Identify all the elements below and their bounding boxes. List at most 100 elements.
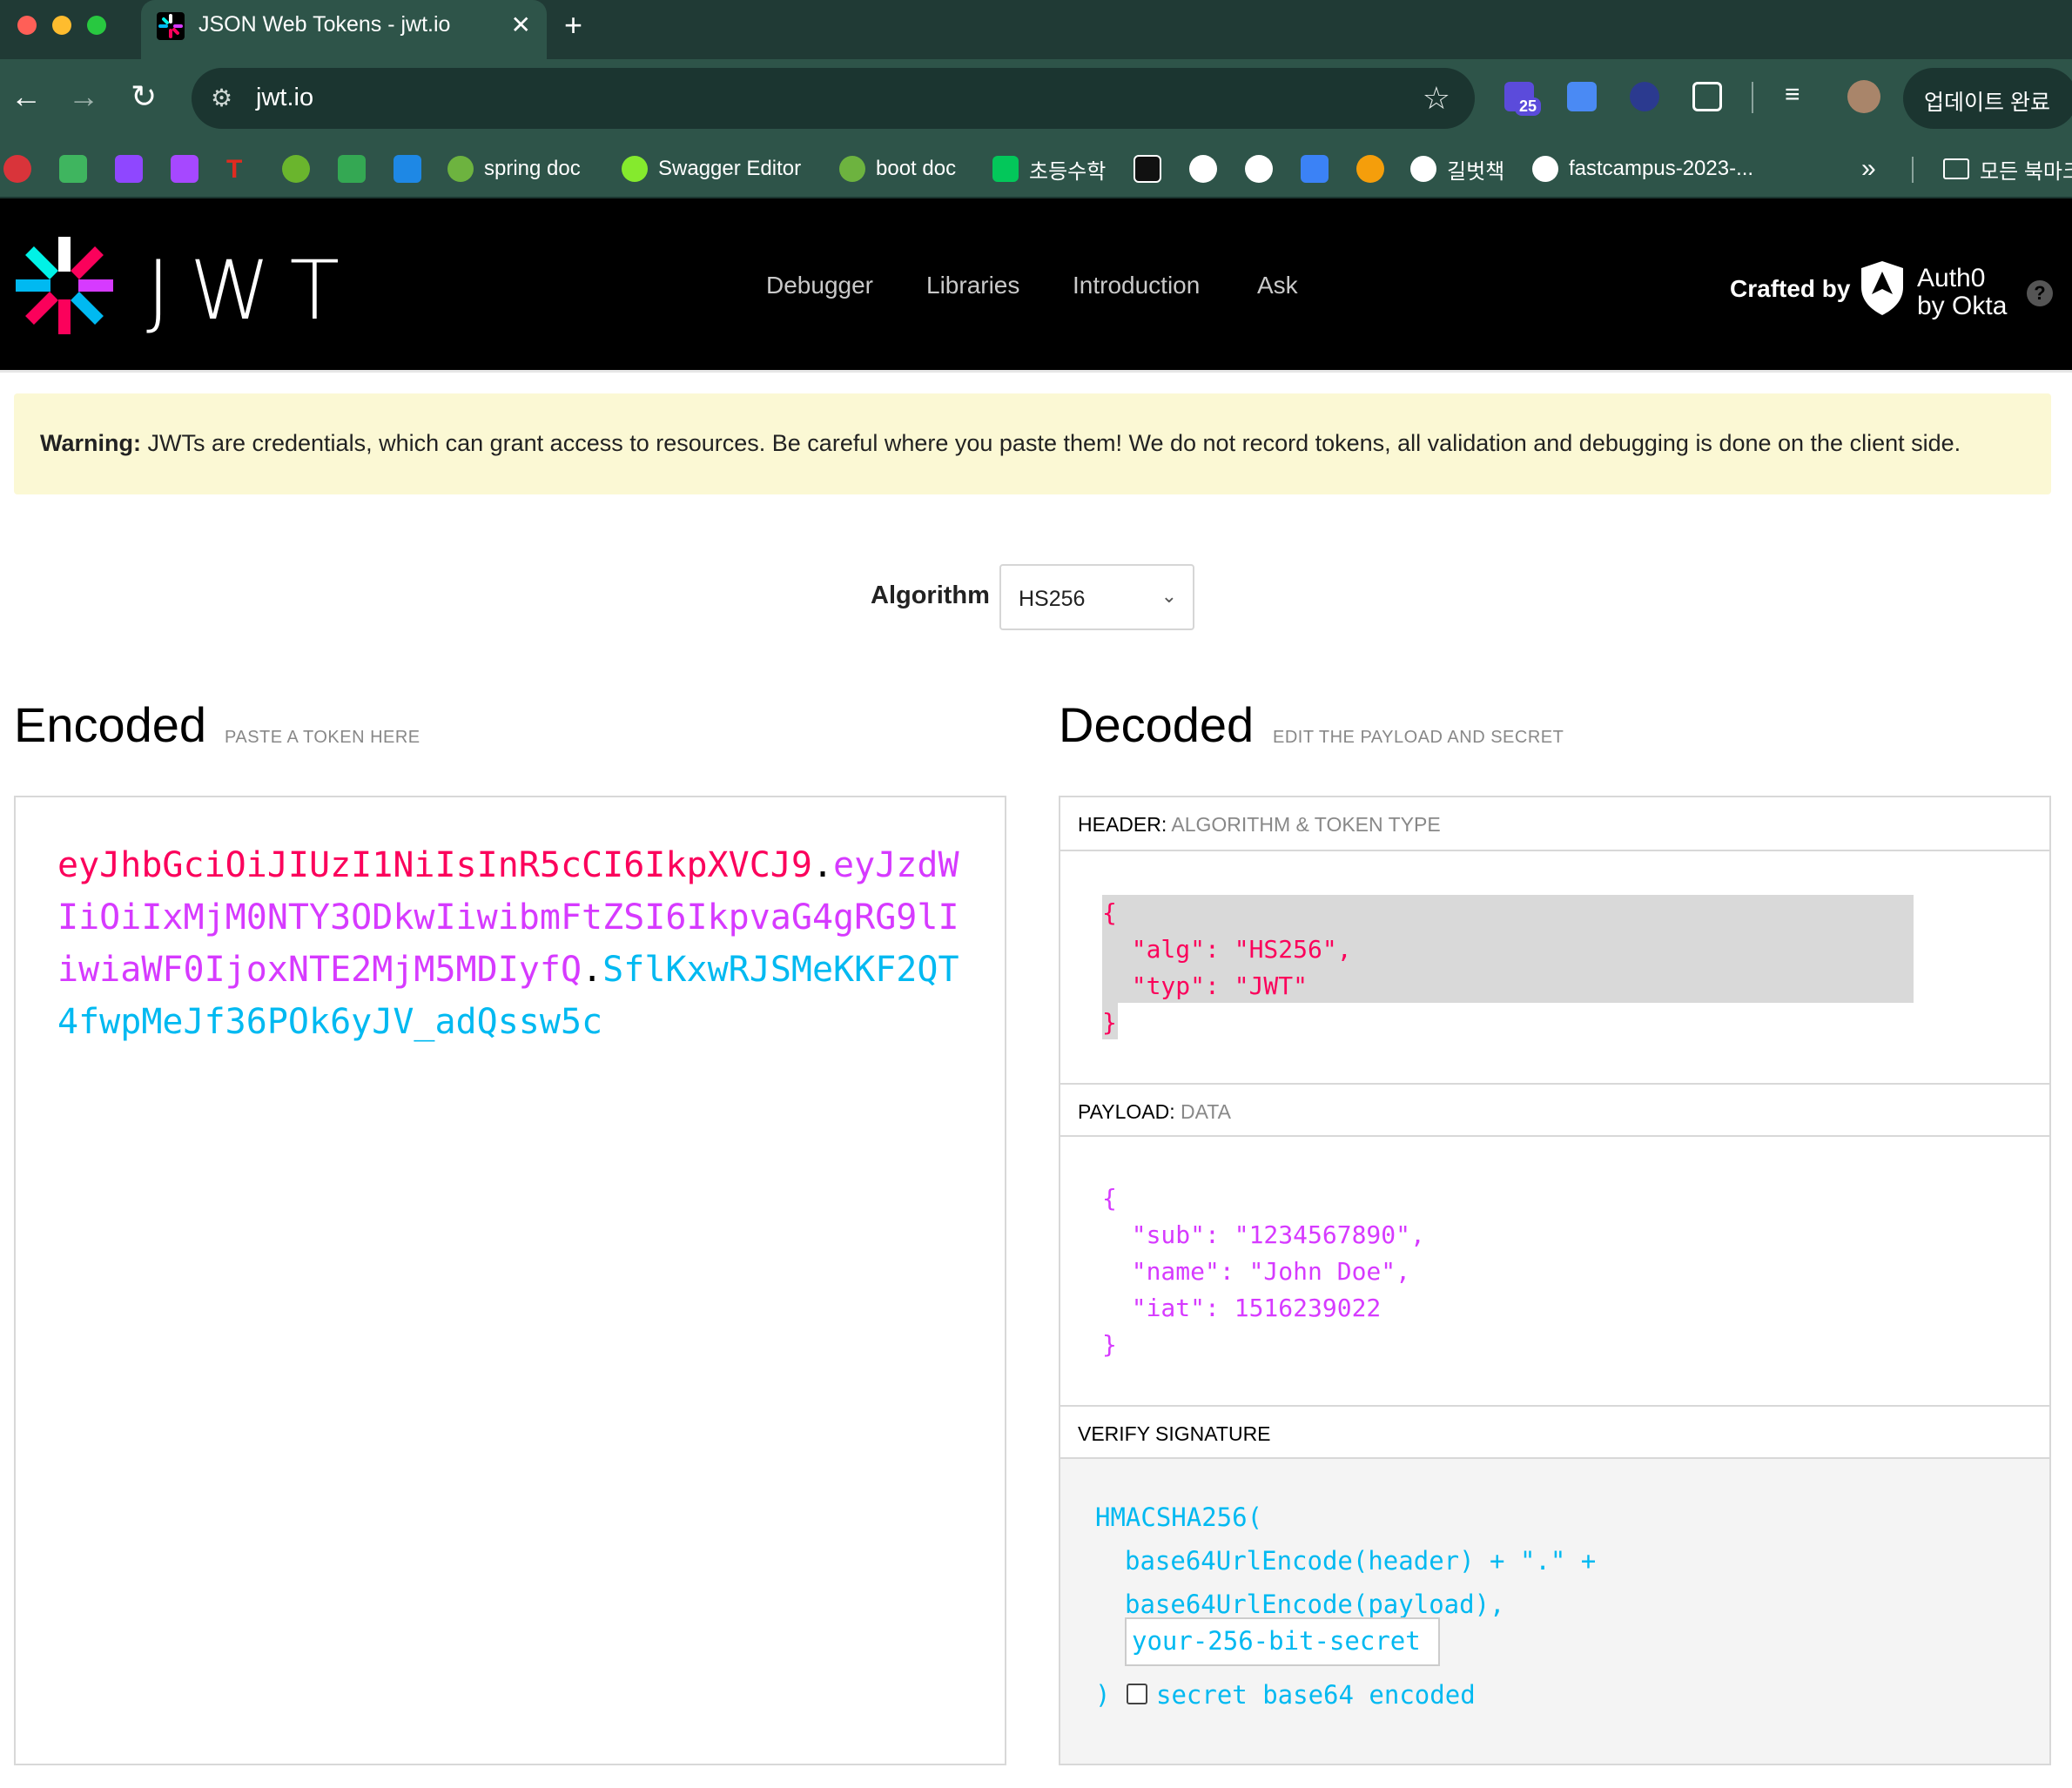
payload-json-editor[interactable]: { "sub": "1234567890", "name": "John Doe… [1102, 1180, 1425, 1363]
bookmark-label: 모든 북마크 [1980, 159, 2072, 184]
tesla-bookmark-icon[interactable]: T [226, 155, 254, 184]
chevron-down-icon: ⌄ [1160, 585, 1177, 607]
nav-ask[interactable]: Ask [1257, 272, 1298, 299]
jwt-logo-icon[interactable] [12, 233, 117, 338]
bookmark-label: Swagger Editor [658, 157, 802, 180]
bookmark-icon-8[interactable] [394, 155, 421, 183]
reload-icon[interactable]: ↻ [131, 78, 157, 115]
bookmark-icon-2[interactable] [59, 155, 87, 183]
blog-icon [992, 156, 1019, 182]
help-icon[interactable]: ? [2027, 280, 2053, 306]
jwt-favicon-icon [157, 12, 185, 40]
new-tab-icon[interactable]: + [564, 7, 582, 44]
bookmark-swagger-editor[interactable]: Swagger Editor [622, 151, 801, 186]
decoded-panel: HEADER: ALGORITHM & TOKEN TYPE { "alg": … [1059, 796, 2051, 1765]
verify-label: VERIFY SIGNATURE [1078, 1422, 1271, 1445]
bookmark-icon-6[interactable] [282, 155, 310, 183]
bookmark-star-icon[interactable]: ☆ [1423, 80, 1450, 117]
token-text[interactable]: eyJhbGciOiJIUzI1NiIsInR5cCI6IkpXVCJ9.eyJ… [57, 839, 963, 1048]
token-header-part: eyJhbGciOiJIUzI1NiIsInR5cCI6IkpXVCJ9 [57, 845, 812, 885]
nav-libraries[interactable]: Libraries [926, 272, 1019, 299]
bookmarks-divider [1912, 157, 1914, 183]
globe-bookmark-icon[interactable] [1245, 155, 1273, 183]
payload-label: PAYLOAD: [1078, 1100, 1175, 1123]
base64-checkbox[interactable] [1127, 1684, 1147, 1704]
crafted-by-label: Crafted by [1730, 275, 1851, 302]
payload-encode-line: base64UrlEncode(payload), [1125, 1590, 1505, 1619]
bookmark-fastcampus[interactable]: fastcampus-2023-... [1532, 151, 1753, 186]
bookmark-icon-l[interactable] [1134, 155, 1161, 183]
bookmark-spring-doc[interactable]: spring doc [447, 151, 581, 186]
algorithm-select[interactable]: HS256 ⌄ [999, 564, 1194, 630]
bookmark-math[interactable]: 초등수학 [992, 151, 1106, 186]
all-bookmarks[interactable]: 모든 북마크 [1943, 151, 2072, 186]
auth0-label: Auth0 [1917, 264, 1986, 292]
bookmark-label: spring doc [484, 157, 581, 180]
nav-debugger[interactable]: Debugger [766, 272, 873, 299]
update-button[interactable]: 업데이트 완료 [1903, 68, 2072, 129]
tab-title: JSON Web Tokens - jwt.io [198, 12, 451, 37]
profile-avatar[interactable] [1847, 80, 1880, 113]
algorithm-label: Algorithm [871, 581, 990, 609]
decoded-title: Decoded [1059, 697, 1255, 752]
more-bookmarks-icon[interactable]: » [1861, 151, 1876, 186]
bookmark-gilbook[interactable]: 길벗책 [1410, 151, 1504, 186]
close-paren: ) [1095, 1680, 1111, 1710]
swagger-icon [622, 156, 648, 182]
payload-sublabel: DATA [1181, 1100, 1231, 1123]
nav-introduction[interactable]: Introduction [1073, 272, 1200, 299]
browser-tab[interactable]: JSON Web Tokens - jwt.io ✕ [141, 0, 547, 59]
bookmark-icon-diamond[interactable] [1189, 155, 1217, 183]
extensions-puzzle-icon[interactable] [1692, 82, 1722, 111]
address-bar[interactable]: ⚙ jwt.io ☆ [192, 68, 1475, 129]
token-dot: . [582, 950, 603, 990]
toolbar-divider [1752, 82, 1753, 113]
bookmark-label: 길벗책 [1447, 159, 1505, 184]
hmac-function: HMACSHA256( [1095, 1502, 1263, 1532]
minimize-window-button[interactable] [52, 16, 71, 35]
secret-input[interactable]: your-256-bit-secret [1125, 1617, 1440, 1666]
tab-close-icon[interactable]: ✕ [511, 10, 531, 39]
back-icon[interactable]: ← [10, 78, 42, 115]
spring-icon [447, 156, 474, 182]
header-json-editor[interactable]: { "alg": "HS256", "typ": "JWT" } [1102, 895, 1352, 1041]
meet-bookmark-icon[interactable] [338, 155, 366, 183]
media-control-icon[interactable]: ≡ [1785, 80, 1800, 110]
kotlin-bookmark-icon-2[interactable] [171, 155, 198, 183]
close-window-button[interactable] [17, 16, 37, 35]
encoded-title: Encoded [14, 697, 207, 752]
auth0-shield-icon[interactable] [1858, 259, 1907, 317]
bookmarks-bar: T spring doc Swagger Editor boot doc 초등수… [0, 139, 2072, 198]
github-icon [1410, 156, 1436, 182]
warning-text: JWTs are credentials, which can grant ac… [140, 430, 1961, 456]
forward-icon[interactable]: → [68, 78, 99, 115]
header-section-title: HEADER: ALGORITHM & TOKEN TYPE [1060, 797, 2049, 851]
encoded-subtitle: PASTE A TOKEN HERE [225, 728, 420, 747]
url-text: jwt.io [256, 84, 314, 111]
site-settings-icon[interactable]: ⚙ [211, 84, 232, 112]
bookmark-icon-1[interactable] [3, 155, 31, 183]
browser-toolbar: ← → ↻ ⚙ jwt.io ☆ 25 ≡ 업데이트 완료 [0, 59, 2072, 139]
verify-section-title: VERIFY SIGNATURE [1060, 1405, 2049, 1459]
jwt-logo-text[interactable]: JWT [146, 244, 359, 339]
bookmark-icon-orange[interactable] [1356, 155, 1384, 183]
check-extension-icon[interactable] [1630, 82, 1659, 111]
header-label: HEADER: [1078, 813, 1167, 836]
spring-icon [839, 156, 865, 182]
auth0-by-okta-link[interactable]: Auth0 by Okta [1917, 265, 2007, 320]
translate-extension-icon[interactable] [1567, 82, 1597, 111]
site-header: JWT Debugger Libraries Introduction Ask … [0, 198, 2072, 373]
algorithm-value: HS256 [1019, 587, 1086, 611]
bolt-bookmark-icon[interactable] [1301, 155, 1329, 183]
zoom-window-button[interactable] [87, 16, 106, 35]
bookmark-label: 초등수학 [1029, 159, 1107, 184]
bookmark-boot-doc[interactable]: boot doc [839, 151, 956, 186]
token-dot: . [811, 845, 834, 885]
github-icon [1532, 156, 1558, 182]
bookmark-label: fastcampus-2023-... [1569, 157, 1754, 180]
base64-checkbox-label[interactable]: secret base64 encoded [1156, 1680, 1476, 1710]
kotlin-bookmark-icon[interactable] [115, 155, 143, 183]
encoded-token-editor[interactable]: eyJhbGciOiJIUzI1NiIsInR5cCI6IkpXVCJ9.eyJ… [14, 796, 1006, 1765]
warning-banner: Warning: JWTs are credentials, which can… [14, 393, 2051, 494]
folder-icon [1943, 158, 1969, 179]
